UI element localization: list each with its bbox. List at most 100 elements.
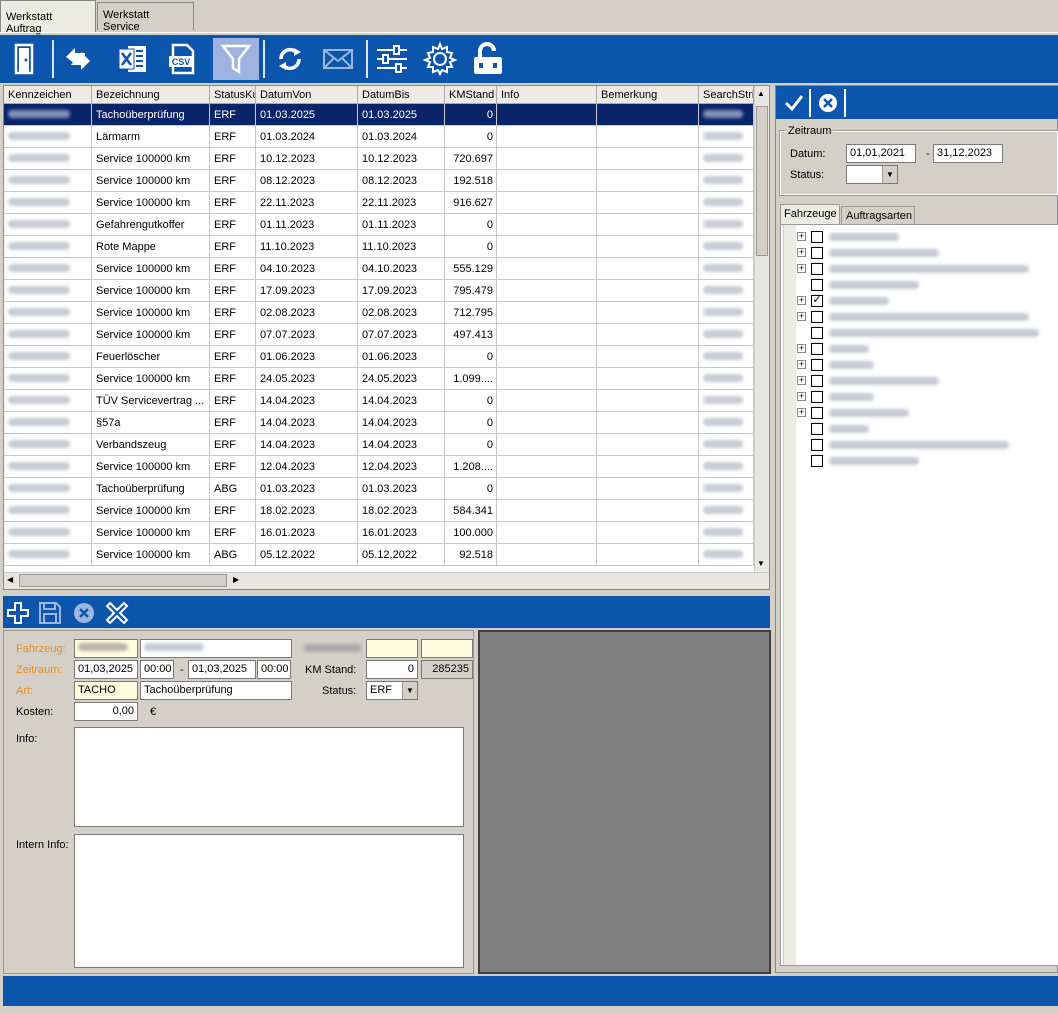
scroll-thumb[interactable] — [756, 106, 768, 256]
grid-vertical-scrollbar[interactable]: ▲ ▼ — [754, 86, 769, 572]
tree-item[interactable]: + — [781, 341, 1058, 357]
table-row[interactable]: Gefahrengutkoffer ERF 01.11.2023 01.11.2023… — [4, 214, 754, 236]
chevron-down-icon[interactable]: ▼ — [402, 682, 417, 699]
column-header-info[interactable]: Info — [497, 86, 597, 104]
add-plus-icon[interactable] — [6, 601, 30, 625]
tree-item-checkbox[interactable] — [811, 279, 823, 291]
fahrzeug-code-input[interactable] — [74, 639, 138, 658]
tree-item-checkbox[interactable] — [811, 231, 823, 243]
expand-plus-icon[interactable]: + — [797, 264, 806, 273]
tree-item[interactable] — [781, 325, 1058, 341]
zeitraum-from-time-input[interactable]: 00:00 — [140, 660, 174, 679]
fahrzeug-name-input[interactable] — [140, 639, 292, 658]
info-textarea[interactable] — [74, 727, 464, 827]
tree-item[interactable]: + — [781, 389, 1058, 405]
tree-item-checkbox[interactable] — [811, 247, 823, 259]
tree-item[interactable] — [781, 453, 1058, 469]
tab-werkstatt-auftrag[interactable]: Werkstatt Auftrag — [0, 0, 96, 35]
scroll-left-arrow-icon[interactable]: ◀ — [7, 575, 13, 584]
chevron-down-icon[interactable]: ▼ — [882, 166, 897, 183]
tab-fahrzeuge[interactable]: Fahrzeuge — [780, 204, 840, 224]
zeitraum-to-time-input[interactable]: 00:00 — [257, 660, 291, 679]
column-header-bezeichnung[interactable]: Bezeichnung — [92, 86, 210, 104]
refresh-icon[interactable] — [270, 38, 310, 80]
zeitraum-to-date-input[interactable]: 01,03,2025 — [188, 660, 256, 679]
table-row[interactable]: Rote Mappe ERF 11.10.2023 11.10.2023 0 — [4, 236, 754, 258]
table-row[interactable]: Service 100000 km ERF 02.08.2023 02.08.2023… — [4, 302, 754, 324]
table-row[interactable]: Service 100000 km ERF 08.12.2023 08.12.2023… — [4, 170, 754, 192]
expand-plus-icon[interactable]: + — [797, 296, 806, 305]
delete-x-icon[interactable] — [105, 601, 129, 625]
scroll-down-arrow-icon[interactable]: ▼ — [757, 559, 765, 568]
expand-plus-icon[interactable]: + — [797, 392, 806, 401]
tree-item[interactable] — [781, 277, 1058, 293]
tree-item-checkbox[interactable]: ✓ — [811, 295, 823, 307]
tab-auftragsarten[interactable]: Auftragsarten — [841, 206, 915, 224]
table-row[interactable]: Verbandszeug ERF 14.04.2023 14.04.2023 0 — [4, 434, 754, 456]
scroll-up-arrow-icon[interactable]: ▲ — [757, 89, 765, 98]
sliders-icon[interactable] — [372, 38, 412, 80]
csv-export-icon[interactable]: CSV — [162, 38, 202, 80]
table-row[interactable]: Service 100000 km ABG 05.12.2022 05.12.2022… — [4, 544, 754, 566]
column-header-datumvon[interactable]: DatumVon — [256, 86, 358, 104]
table-row[interactable]: Feuerlöscher ERF 01.06.2023 01.06.2023 0 — [4, 346, 754, 368]
table-row[interactable]: TÜV Servicevertrag ... ERF 14.04.2023 14.04… — [4, 390, 754, 412]
zeitraum-from-date-input[interactable]: 01,03,2025 — [74, 660, 138, 679]
tree-item-checkbox[interactable] — [811, 359, 823, 371]
table-row[interactable]: Service 100000 km ERF 17.09.2023 17.09.2023… — [4, 280, 754, 302]
expand-plus-icon[interactable]: + — [797, 344, 806, 353]
cancel-circle-x-icon[interactable] — [72, 601, 96, 625]
scroll-right-arrow-icon[interactable]: ▶ — [233, 575, 239, 584]
column-header-datumbis[interactable]: DatumBis — [358, 86, 445, 104]
table-row[interactable]: Tachoüberprüfung ABG 01.03.2023 01.03.2023 0 — [4, 478, 754, 500]
tab-werkstatt-service[interactable]: Werkstatt Service — [97, 2, 194, 33]
expand-plus-icon[interactable]: + — [797, 312, 806, 321]
column-header-searchstring[interactable]: SearchStrin — [699, 86, 754, 104]
tree-item[interactable]: + — [781, 373, 1058, 389]
tree-item-checkbox[interactable] — [811, 391, 823, 403]
grid-horizontal-scrollbar[interactable]: ◀ ▶ — [4, 572, 769, 589]
expand-plus-icon[interactable]: + — [797, 376, 806, 385]
tree-item[interactable]: + — [781, 261, 1058, 277]
expand-plus-icon[interactable]: + — [797, 408, 806, 417]
intern-info-textarea[interactable] — [74, 834, 464, 968]
tree-item[interactable]: + — [781, 405, 1058, 421]
tree-item-checkbox[interactable] — [811, 407, 823, 419]
table-row[interactable]: Service 100000 km ERF 24.05.2023 24.05.2023… — [4, 368, 754, 390]
expand-plus-icon[interactable]: + — [797, 360, 806, 369]
tree-item-checkbox[interactable] — [811, 375, 823, 387]
tree-item-checkbox[interactable] — [811, 263, 823, 275]
column-header-bemerkung[interactable]: Bemerkung — [597, 86, 699, 104]
apply-check-icon[interactable] — [779, 89, 809, 117]
art-text-input[interactable]: Tachoüberprüfung — [140, 681, 292, 700]
art-code-input[interactable]: TACHO — [74, 681, 138, 700]
fahrzeug-extra-input[interactable] — [366, 639, 418, 658]
cancel-circle-x-icon[interactable] — [813, 89, 843, 117]
tree-item-checkbox[interactable] — [811, 439, 823, 451]
expand-plus-icon[interactable]: + — [797, 248, 806, 257]
tree-item-checkbox[interactable] — [811, 455, 823, 467]
table-row[interactable]: Service 100000 km ERF 12.04.2023 12.04.2023… — [4, 456, 754, 478]
table-row[interactable]: Service 100000 km ERF 22.11.2023 22.11.2023… — [4, 192, 754, 214]
tree-item-checkbox[interactable] — [811, 311, 823, 323]
expand-plus-icon[interactable]: + — [797, 232, 806, 241]
tree-item[interactable]: + — [781, 309, 1058, 325]
tree-item[interactable]: + ✓ — [781, 293, 1058, 309]
table-row[interactable]: Service 100000 km ERF 04.10.2023 04.10.2023… — [4, 258, 754, 280]
gear-icon[interactable] — [420, 38, 460, 80]
unlock-icon[interactable] — [468, 38, 508, 80]
column-header-kennzeichen[interactable]: Kennzeichen — [4, 86, 92, 104]
excel-export-icon[interactable] — [113, 38, 153, 80]
fahrzeug-extra2-input[interactable] — [421, 639, 473, 658]
tree-item[interactable]: + — [781, 245, 1058, 261]
sync-arrows-icon[interactable] — [58, 38, 98, 80]
datum-to-input[interactable]: 31,12,2023 — [933, 144, 1003, 163]
tree-item-checkbox[interactable] — [811, 327, 823, 339]
column-header-status[interactable]: StatusKu — [210, 86, 256, 104]
tree-item-checkbox[interactable] — [811, 423, 823, 435]
mail-icon[interactable] — [318, 38, 358, 80]
table-row[interactable]: Service 100000 km ERF 07.07.2023 07.07.2023… — [4, 324, 754, 346]
status-select[interactable]: ▼ — [846, 165, 898, 184]
tree-item[interactable]: + — [781, 357, 1058, 373]
datum-from-input[interactable]: 01,01,2021 — [846, 144, 916, 163]
